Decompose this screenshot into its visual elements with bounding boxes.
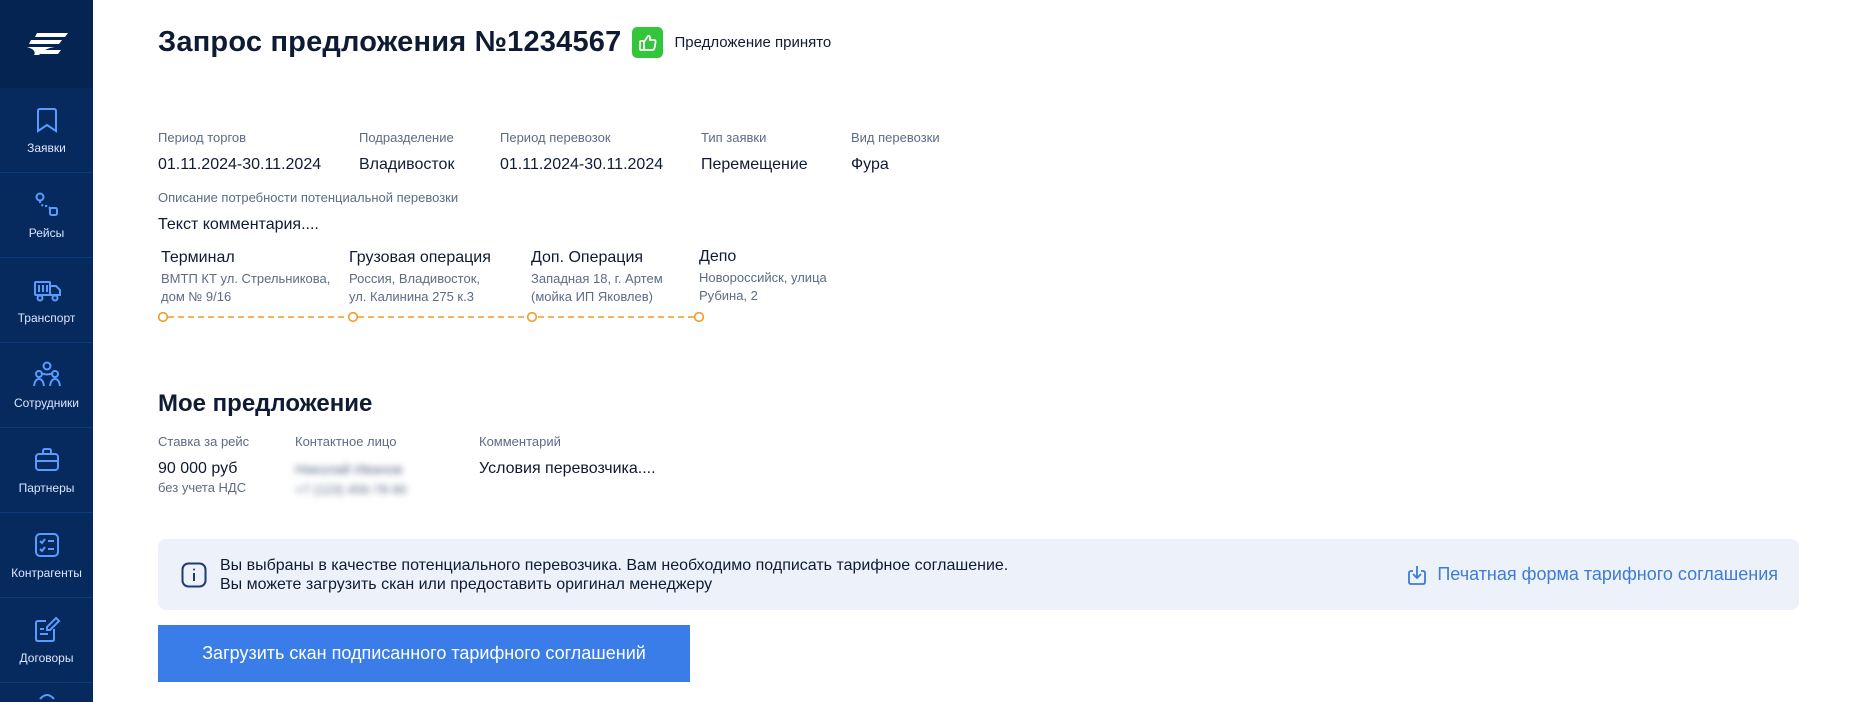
upload-scan-button[interactable]: Загрузить скан подписанного тарифного со… — [158, 625, 690, 682]
field-division: Подразделение Владивосток — [359, 130, 454, 175]
field-value: Владивосток — [359, 156, 455, 173]
route-node — [158, 311, 169, 323]
bookmark-icon — [36, 108, 57, 133]
main-content: Запрос предложения №1234567 Предложение … — [158, 0, 1860, 702]
field-value: Условия перевозчика.... — [479, 460, 656, 477]
field-note: без учета НДС — [158, 480, 247, 495]
sidebar-item-employees[interactable]: Сотрудники — [0, 343, 93, 428]
field-label: Период перевозок — [500, 130, 611, 145]
info-text: Вы выбраны в качестве потенциального пер… — [220, 556, 1008, 594]
route-point-terminal: Терминал ВМТП КТ ул. Стрельникова, дом №… — [161, 248, 330, 306]
field-value: 01.11.2024-30.11.2024 — [158, 156, 322, 173]
route-node — [693, 311, 704, 323]
route-point-title: Доп. Операция — [531, 249, 644, 266]
sidebar-item-transport[interactable]: Транспорт — [0, 258, 93, 343]
print-form-link-label: Печатная форма тарифного соглашения — [1437, 564, 1778, 584]
field-comment: Комментарий Условия перевозчика.... — [479, 434, 656, 479]
logo-icon — [26, 33, 68, 55]
sidebar-item-label: Партнеры — [18, 481, 75, 495]
contact-name: Николай Иванов — [295, 461, 403, 477]
field-label: Описание потребности потенциальной перев… — [158, 190, 459, 205]
sidebar-item-label: Заявки — [27, 141, 66, 155]
field-label: Подразделение — [359, 130, 454, 145]
sidebar-item-requests[interactable]: Заявки — [0, 88, 93, 173]
sidebar-item-label: Рейсы — [28, 226, 65, 240]
field-transport-kind: Вид перевозки Фура — [851, 130, 940, 175]
field-label: Период торгов — [158, 130, 247, 145]
route-point-address: Россия, Владивосток, ул. Калинина 275 к.… — [349, 271, 481, 304]
route-point-title: Депо — [699, 248, 737, 265]
sidebar-item-trips[interactable]: Рейсы — [0, 173, 93, 258]
field-value: 01.11.2024-30.11.2024 — [500, 156, 664, 173]
sidebar: Заявки Рейсы Транспорт Сотрудники Партне… — [0, 0, 93, 702]
page-title: Запрос предложения №1234567 — [158, 26, 622, 58]
field-rate: Ставка за рейс 90 000 руб без учета НДС — [158, 434, 249, 496]
info-icon — [181, 562, 207, 587]
sidebar-item-label: Транспорт — [17, 311, 76, 325]
logo[interactable] — [0, 0, 93, 88]
sidebar-item-contracts[interactable]: Договоры — [0, 598, 93, 683]
checklist-icon — [34, 533, 59, 557]
field-label: Ставка за рейс — [158, 434, 250, 449]
field-value: 90 000 руб — [158, 460, 238, 477]
field-request-type: Тип заявки Перемещение — [701, 130, 808, 175]
sidebar-item-more[interactable] — [0, 683, 93, 702]
page-header: Запрос предложения №1234567 Предложение … — [158, 26, 831, 59]
field-label: Вид перевозки — [851, 130, 940, 145]
route-point-address: Новороссийск, улица Рубина, 2 — [699, 270, 827, 303]
info-banner: Вы выбраны в качестве потенциального пер… — [158, 539, 1799, 610]
field-contact: Контактное лицо Николай Иванов +7 (123) … — [295, 434, 407, 498]
route-point-title: Терминал — [161, 249, 235, 266]
route-line — [158, 311, 704, 323]
field-value: Фура — [851, 156, 889, 173]
briefcase-icon — [34, 448, 59, 471]
sidebar-item-contractors[interactable]: Контрагенты — [0, 513, 93, 598]
employees-icon — [32, 361, 61, 387]
status-badge — [632, 27, 664, 58]
route-node — [526, 311, 538, 323]
route-point-cargo-operation: Грузовая операция Россия, Владивосток, у… — [349, 248, 491, 306]
thumbs-up-icon — [639, 34, 657, 51]
info-text-line: Вы выбраны в качестве потенциального пер… — [220, 556, 1009, 574]
route-icon — [35, 192, 58, 216]
contract-edit-icon — [34, 616, 60, 642]
route-point-address: Западная 18, г. Артем (мойка ИП Яковлев) — [531, 271, 663, 304]
status-text: Предложение принято — [674, 34, 832, 51]
field-value: Текст комментария.... — [158, 216, 319, 233]
field-value: Перемещение — [701, 156, 808, 173]
field-label: Контактное лицо — [295, 434, 397, 449]
info-text-line: Вы можете загрузить скан или предоставит… — [220, 575, 713, 593]
sidebar-item-partners[interactable]: Партнеры — [0, 428, 93, 513]
route-point-address: ВМТП КТ ул. Стрельникова, дом № 9/16 — [161, 271, 331, 304]
print-form-link[interactable]: Печатная форма тарифного соглашения — [1406, 539, 1778, 610]
more-icon — [38, 694, 55, 700]
sidebar-item-label: Контрагенты — [11, 566, 82, 580]
route-point-title: Грузовая операция — [349, 249, 491, 266]
truck-icon — [33, 281, 61, 302]
route-point-depot: Депо Новороссийск, улица Рубина, 2 — [699, 247, 827, 305]
offer-section-title: Мое предложение — [158, 390, 373, 417]
field-label: Комментарий — [479, 434, 561, 449]
field-trade-period: Период торгов 01.11.2024-30.11.2024 — [158, 130, 321, 175]
contact-phone: +7 (123) 456-78-90 — [295, 482, 407, 497]
field-transport-period: Период перевозок 01.11.2024-30.11.2024 — [500, 130, 663, 175]
field-description: Описание потребности потенциальной перев… — [158, 190, 458, 235]
sidebar-item-label: Сотрудники — [14, 396, 79, 410]
route-node — [347, 311, 359, 323]
field-label: Тип заявки — [701, 130, 767, 145]
route-point-extra-operation: Доп. Операция Западная 18, г. Артем (мой… — [531, 248, 663, 306]
download-icon — [1408, 565, 1427, 585]
sidebar-item-label: Договоры — [19, 651, 74, 665]
